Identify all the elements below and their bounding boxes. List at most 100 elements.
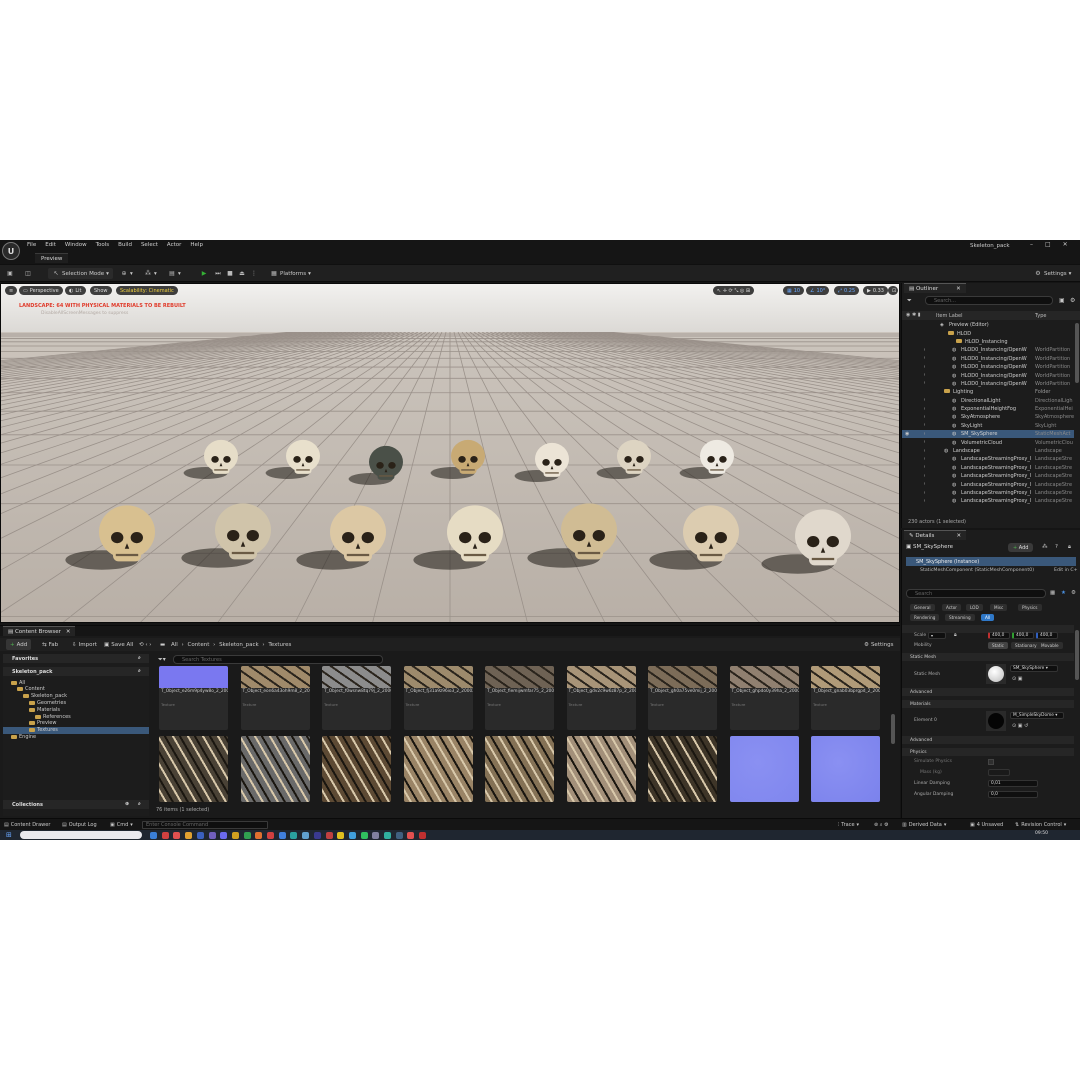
- content-drawer-button[interactable]: ▤ Content Drawer: [4, 821, 50, 829]
- project-section[interactable]: Skeleton_pack ⌕: [3, 667, 149, 676]
- skull-model[interactable]: [183, 439, 238, 479]
- filter-chip-all[interactable]: All: [981, 614, 995, 621]
- mobility-movable[interactable]: Movable: [1037, 642, 1063, 649]
- section-materials[interactable]: Materials: [902, 700, 1074, 708]
- pin-icon[interactable]: ⁞: [924, 449, 925, 454]
- asset-thumbnail[interactable]: [485, 736, 554, 802]
- section-advanced[interactable]: Advanced: [902, 688, 1074, 696]
- menu-actor[interactable]: Actor: [167, 242, 181, 248]
- rotation-snap-button[interactable]: ∠ 10°: [806, 286, 830, 295]
- asset-grid-scrollbar[interactable]: [891, 714, 895, 744]
- selection-mode-button[interactable]: ↖ Selection Mode ▾: [48, 268, 113, 279]
- settings-button[interactable]: ⚙ Settings ▾: [1034, 268, 1071, 279]
- blueprint-button[interactable]: ⁂ ▾: [144, 268, 157, 279]
- import-button[interactable]: ⇩ Import: [72, 639, 97, 650]
- star-icon[interactable]: ★: [1061, 590, 1066, 596]
- taskbar-app-icon[interactable]: [243, 832, 251, 839]
- taskbar-app-icon[interactable]: [196, 832, 204, 839]
- menu-help[interactable]: Help: [190, 242, 203, 248]
- filter-chip-lod[interactable]: LOD: [966, 604, 983, 611]
- section-static-mesh[interactable]: Static Mesh: [902, 653, 1074, 661]
- taskbar-app-icon[interactable]: [173, 832, 181, 839]
- taskbar-app-icon[interactable]: [220, 832, 228, 839]
- static-mesh-thumbnail[interactable]: [986, 664, 1006, 684]
- asset-thumbnail[interactable]: [403, 736, 473, 802]
- taskbar-app-icon[interactable]: [290, 832, 298, 839]
- collections-section[interactable]: Collections ⊕ ⌕: [3, 800, 149, 809]
- close-icon[interactable]: ✕: [956, 533, 961, 539]
- add-button[interactable]: + Add: [6, 639, 32, 650]
- level-viewport[interactable]: ≡ ▭ Perspective ◐ Lit Show Scalability: …: [0, 283, 900, 623]
- angular-damping-field[interactable]: 0,0: [988, 791, 1038, 798]
- transform-tools[interactable]: ↖ ✛ ⟳ ⤡ ◎ ⊞: [713, 286, 755, 295]
- outliner-row[interactable]: ⁞ ◍ LandscapeStreamingProxy_l LandscapeStre: [902, 455, 1074, 463]
- outliner-row[interactable]: ⁞ ◍ DirectionalLight DirectionalLigh: [902, 397, 1074, 405]
- pin-icon[interactable]: ⁞: [924, 381, 925, 386]
- search-icon[interactable]: ⌕: [138, 668, 141, 674]
- asset-thumbnail[interactable]: [811, 736, 880, 802]
- taskbar-app-icon[interactable]: [208, 832, 216, 839]
- menu-tools[interactable]: Tools: [96, 242, 110, 248]
- scalability-button[interactable]: Scalability: Cinematic: [116, 286, 178, 295]
- perspective-button[interactable]: ▭ Perspective: [19, 286, 63, 295]
- filter-chip-misc[interactable]: Misc: [990, 604, 1008, 611]
- column-type[interactable]: Type: [1035, 313, 1046, 319]
- add-component-button[interactable]: + Add: [1008, 543, 1034, 552]
- menu-build[interactable]: Build: [118, 242, 132, 248]
- menu-window[interactable]: Window: [65, 242, 87, 248]
- outliner-row[interactable]: ◈ Preview (Editor): [902, 321, 1074, 329]
- scale-y-field[interactable]: 400,0: [1012, 632, 1034, 639]
- details-search-input[interactable]: Search: [906, 589, 1046, 598]
- taskbar-app-icon[interactable]: [302, 832, 310, 839]
- close-icon[interactable]: ✕: [1063, 241, 1068, 248]
- console-input[interactable]: Enter Console Command: [142, 821, 268, 829]
- pin-icon[interactable]: ⁞: [924, 356, 925, 361]
- scale-snap-button[interactable]: ⤢ 0.25: [834, 286, 860, 295]
- asset-thumbnail[interactable]: [648, 736, 717, 802]
- windows-start-icon[interactable]: ⊞: [6, 831, 12, 839]
- asset-thumbnail[interactable]: [159, 736, 228, 802]
- unsaved-button[interactable]: ▣ 4 Unsaved: [970, 821, 1003, 829]
- taskbar-app-icon[interactable]: [348, 832, 356, 839]
- help-icon[interactable]: ?: [1055, 544, 1058, 550]
- outliner-search-input[interactable]: Search...: [925, 296, 1053, 305]
- linear-damping-field[interactable]: 0,01: [988, 780, 1038, 787]
- asset-tile[interactable]: T_Object_e26m9p4yw8o_2_200000_Tex Texture: [159, 666, 228, 730]
- outliner-row[interactable]: ⁞ ◍ HLOD0_Instancing/OpenW WorldPartition: [902, 346, 1074, 354]
- level-tab[interactable]: Preview: [35, 253, 69, 263]
- taskbar-app-icon[interactable]: [360, 832, 368, 839]
- taskbar-app-icon[interactable]: [185, 832, 193, 839]
- component-instance-row[interactable]: SM_SkySphere (Instance): [906, 557, 1076, 566]
- outliner-row[interactable]: ⁞ ◍ LandscapeStreamingProxy_l LandscapeStre: [902, 489, 1074, 497]
- asset-tile[interactable]: T_Object_gdv2c9w6z87p_2_200027_Tex Textur…: [566, 666, 636, 730]
- pin-icon[interactable]: ⁞: [924, 365, 925, 370]
- filter-chip-actor[interactable]: Actor: [942, 604, 962, 611]
- edit-in-cpp-link[interactable]: Edit in C+: [1054, 568, 1078, 573]
- taskbar-app-icon[interactable]: [407, 832, 415, 839]
- viewport-menu-icon[interactable]: ≡: [5, 286, 17, 295]
- content-browser-tab[interactable]: ▤ Content Browser ✕: [3, 626, 76, 636]
- material-picker[interactable]: M_SimpleSkyDome ▾: [1010, 712, 1064, 719]
- outliner-row[interactable]: ⁞ ◍ LandscapeStreamingProxy_l LandscapeStre: [902, 497, 1074, 505]
- trace-button[interactable]: ⫶ Trace ▾: [838, 821, 859, 829]
- favorites-section[interactable]: Favorites ⌕: [3, 654, 149, 663]
- simulate-physics-checkbox[interactable]: [988, 759, 994, 765]
- taskbar-app-icon[interactable]: [384, 832, 391, 839]
- taskbar-app-icon[interactable]: [267, 832, 274, 839]
- filter-chip-rendering[interactable]: Rendering: [910, 614, 940, 621]
- pin-icon[interactable]: ⁞: [924, 457, 925, 462]
- filter-chip-physics[interactable]: Physics: [1018, 604, 1042, 611]
- scale-z-field[interactable]: 400,0: [1036, 632, 1058, 639]
- skull-model[interactable]: [527, 503, 617, 568]
- skull-model[interactable]: [679, 439, 734, 479]
- taskbar-app-icon[interactable]: [313, 832, 321, 839]
- platforms-button[interactable]: ▦ Platforms ▾: [270, 268, 311, 279]
- show-button[interactable]: Show: [90, 286, 112, 295]
- skull-model[interactable]: [514, 442, 569, 482]
- pin-icon[interactable]: ⁞: [924, 407, 925, 412]
- details-scrollbar[interactable]: [1075, 630, 1079, 680]
- search-textures-input[interactable]: Search Textures: [173, 655, 383, 664]
- taskbar-app-icon[interactable]: [325, 832, 333, 839]
- taskbar-app-icon[interactable]: [372, 832, 380, 839]
- static-mesh-picker[interactable]: SM_SkySphere ▾: [1010, 665, 1058, 672]
